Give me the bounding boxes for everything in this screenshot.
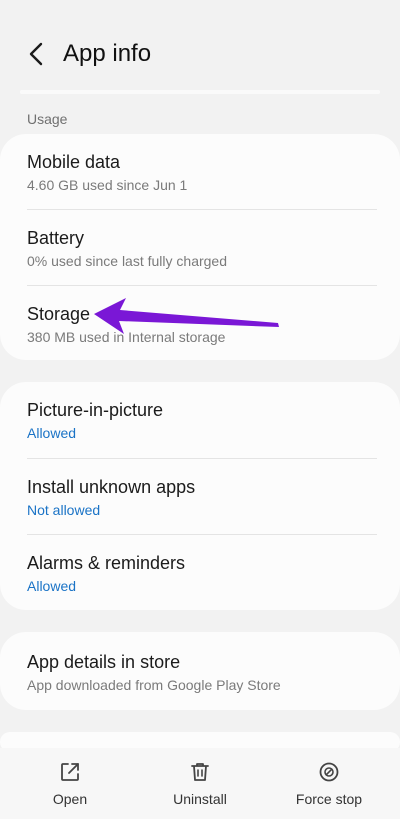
alarms-reminders-item[interactable]: Alarms & reminders Allowed	[0, 535, 400, 610]
item-subtitle: 4.60 GB used since Jun 1	[27, 177, 188, 193]
battery-item[interactable]: Battery 0% used since last fully charged	[0, 210, 400, 285]
trash-icon	[191, 763, 209, 781]
item-status: Not allowed	[27, 502, 101, 518]
store-card: App details in store App downloaded from…	[0, 632, 400, 710]
item-title: App details in store	[27, 652, 181, 672]
usage-card: Mobile data 4.60 GB used since Jun 1 Bat…	[0, 134, 400, 360]
item-title: Mobile data	[27, 152, 121, 172]
item-title: Picture-in-picture	[27, 400, 164, 420]
picture-in-picture-item[interactable]: Picture-in-picture Allowed	[0, 382, 400, 457]
force-stop-label: Force stop	[295, 791, 363, 807]
page-title: App info	[63, 40, 152, 67]
item-title: Battery	[27, 228, 85, 248]
app-bar: App info	[0, 0, 400, 100]
item-subtitle: App downloaded from Google Play Store	[27, 677, 281, 693]
chevron-left-icon	[29, 42, 43, 66]
item-status: Allowed	[27, 425, 77, 441]
permissions-card: Picture-in-picture Allowed Install unkno…	[0, 382, 400, 610]
uninstall-button[interactable]: Uninstall	[145, 758, 255, 814]
item-title: Alarms & reminders	[27, 553, 186, 573]
uninstall-label: Uninstall	[173, 791, 227, 807]
back-button[interactable]	[22, 38, 50, 70]
item-title: Install unknown apps	[27, 477, 196, 497]
open-external-icon	[61, 763, 79, 781]
item-status: Allowed	[27, 578, 77, 594]
app-details-in-store-item[interactable]: App details in store App downloaded from…	[0, 634, 400, 709]
item-subtitle: 380 MB used in Internal storage	[27, 329, 226, 345]
mobile-data-item[interactable]: Mobile data 4.60 GB used since Jun 1	[0, 134, 400, 209]
storage-item[interactable]: Storage 380 MB used in Internal storage	[0, 286, 400, 361]
open-button[interactable]: Open	[15, 758, 125, 814]
bottom-action-bar: Open Uninstall Force stop	[0, 748, 400, 819]
section-label-usage: Usage	[27, 111, 68, 127]
force-stop-button[interactable]: Force stop	[274, 758, 384, 814]
open-label: Open	[52, 791, 88, 807]
install-unknown-apps-item[interactable]: Install unknown apps Not allowed	[0, 459, 400, 534]
item-subtitle: 0% used since last fully charged	[27, 253, 227, 269]
item-title: Storage	[27, 304, 91, 324]
force-stop-icon	[319, 762, 339, 782]
app-info-screen: App info Usage Mobile data 4.60 GB used …	[0, 0, 400, 819]
header-divider	[20, 90, 380, 94]
